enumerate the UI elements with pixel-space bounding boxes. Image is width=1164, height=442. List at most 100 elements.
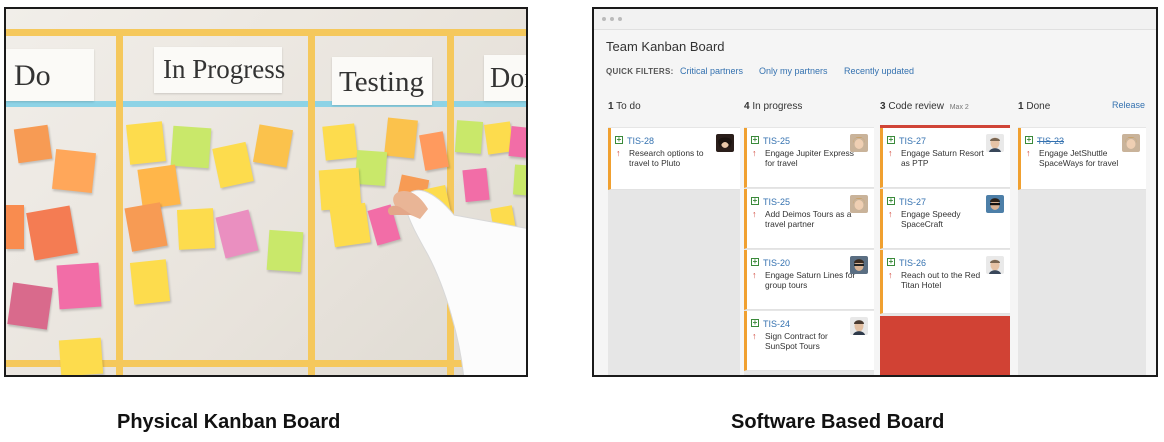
header-text-todo: Do: [14, 59, 51, 92]
priority-up-icon: ↑: [752, 148, 757, 158]
priority-up-icon: ↑: [1026, 148, 1031, 158]
priority-up-icon: ↑: [752, 331, 757, 341]
column-name: Code review: [888, 101, 944, 112]
sticky-note: [329, 202, 371, 248]
sticky-note: [322, 123, 358, 161]
issue-card[interactable]: + TIS-24 ↑ Sign Contract for SunSpot Tou…: [744, 311, 874, 371]
issue-key[interactable]: TIS-20: [763, 258, 790, 268]
issue-summary: Engage JetShuttle SpaceWays for travel: [1039, 148, 1119, 168]
issue-card[interactable]: + TIS-27 ↑ Engage Saturn Resort as PTP: [880, 128, 1010, 188]
priority-up-icon: ↑: [616, 148, 621, 158]
sticky-note: [26, 205, 78, 261]
issue-summary: Reach out to the Red Titan Hotel: [901, 270, 981, 290]
header-text-testing: Testing: [339, 66, 424, 98]
story-icon: +: [751, 318, 759, 327]
issue-card[interactable]: + TIS-23 ↑ Engage JetShuttle SpaceWays f…: [1018, 128, 1146, 190]
issue-summary: Engage Saturn Resort as PTP: [901, 148, 984, 168]
story-icon: +: [887, 257, 895, 266]
hand-placing-note: [387, 189, 526, 375]
sticky-note: [126, 121, 166, 165]
avatar: [986, 134, 1004, 152]
sticky-note: [176, 208, 216, 250]
window-dot-icon[interactable]: [602, 17, 606, 21]
sticky-note: [52, 149, 96, 193]
avatar: [850, 195, 868, 213]
issue-key[interactable]: TIS-28: [627, 136, 654, 146]
avatar: [986, 256, 1004, 274]
priority-up-icon: ↑: [888, 270, 893, 280]
over-limit-area: [880, 316, 1010, 375]
column-header-inprogress: 4 In progress: [744, 101, 802, 121]
sticky-note: [13, 124, 53, 164]
sticky-note: [56, 262, 102, 310]
board-title: Team Kanban Board: [606, 39, 725, 54]
filter-recently-updated[interactable]: Recently updated: [844, 66, 914, 76]
issue-key[interactable]: TIS-25: [763, 136, 790, 146]
column-header-codereview: 3 Code review Max 2: [880, 101, 969, 121]
story-icon: +: [1025, 135, 1033, 144]
issue-key[interactable]: TIS-27: [899, 136, 926, 146]
avatar: [716, 134, 734, 152]
issue-card[interactable]: + TIS-20 ↑ Engage Saturn Lines for group…: [744, 250, 874, 310]
column-count: 4: [744, 101, 750, 112]
issue-summary: Engage Speedy SpaceCraft: [901, 209, 961, 229]
quick-filters-label: QUICK FILTERS:: [606, 67, 674, 76]
caption-software-board: Software Based Board: [731, 411, 945, 433]
issue-card[interactable]: + TIS-25 ↑ Add Deimos Tours as a travel …: [744, 189, 874, 249]
sticky-note: [124, 202, 168, 252]
issue-summary: Engage Saturn Lines for group tours: [765, 270, 856, 290]
story-icon: +: [751, 196, 759, 205]
story-icon: +: [887, 135, 895, 144]
issue-card[interactable]: + TIS-25 ↑ Engage Jupiter Express for tr…: [744, 128, 874, 188]
issue-key[interactable]: TIS-24: [763, 319, 790, 329]
caption-physical-board: Physical Kanban Board: [117, 411, 341, 433]
issue-summary: Research options to travel to Pluto: [629, 148, 704, 168]
column-name: Done: [1026, 101, 1051, 112]
sticky-note: [266, 229, 304, 273]
column-header-todo: 1 To do: [608, 101, 641, 121]
column-name: To do: [616, 101, 641, 112]
sticky-note: [454, 120, 484, 154]
sticky-note: [508, 126, 526, 158]
filter-only-my-partners[interactable]: Only my partners: [759, 66, 828, 76]
window-titlebar: [594, 9, 1156, 30]
issue-key[interactable]: TIS-23: [1037, 136, 1064, 146]
avatar: [850, 256, 868, 274]
column-name: In progress: [752, 101, 803, 112]
sticky-note: [7, 282, 53, 330]
avatar: [850, 317, 868, 335]
issue-card[interactable]: + TIS-28 ↑ Research options to travel to…: [608, 128, 740, 190]
sticky-note: [252, 124, 294, 168]
column-max-limit: Max 2: [949, 104, 969, 111]
board-header: Team Kanban Board QUICK FILTERS: Critica…: [594, 30, 1156, 96]
avatar: [850, 134, 868, 152]
sticky-note: [170, 125, 212, 169]
filter-critical-partners[interactable]: Critical partners: [680, 66, 743, 76]
header-text-done: Don: [490, 63, 526, 94]
window-dot-icon[interactable]: [618, 17, 622, 21]
window-dot-icon[interactable]: [610, 17, 614, 21]
avatar: [986, 195, 1004, 213]
issue-key[interactable]: TIS-25: [763, 197, 790, 207]
issue-key[interactable]: TIS-26: [899, 258, 926, 268]
release-link[interactable]: Release: [1112, 100, 1145, 110]
issue-summary: Engage Jupiter Express for travel: [765, 148, 854, 168]
story-icon: +: [751, 135, 759, 144]
physical-kanban-photo: Do In Progress Testing Don: [4, 7, 528, 377]
priority-up-icon: ↑: [752, 270, 757, 280]
avatar: [1122, 134, 1140, 152]
column-header-done: 1 Done: [1018, 101, 1050, 121]
story-icon: +: [615, 135, 623, 144]
priority-up-icon: ↑: [752, 209, 757, 219]
issue-card[interactable]: + TIS-26 ↑ Reach out to the Red Titan Ho…: [880, 250, 1010, 314]
issue-key[interactable]: TIS-27: [899, 197, 926, 207]
sticky-note: [6, 205, 24, 249]
yellow-tape-divider-1: [116, 29, 123, 375]
yellow-tape-divider-2: [308, 29, 315, 375]
priority-up-icon: ↑: [888, 148, 893, 158]
software-kanban-window: Team Kanban Board QUICK FILTERS: Critica…: [592, 7, 1158, 377]
issue-card[interactable]: + TIS-27 ↑ Engage Speedy SpaceCraft: [880, 189, 1010, 249]
story-icon: +: [751, 257, 759, 266]
column-count: 1: [1018, 101, 1024, 112]
sticky-note: [129, 259, 171, 305]
